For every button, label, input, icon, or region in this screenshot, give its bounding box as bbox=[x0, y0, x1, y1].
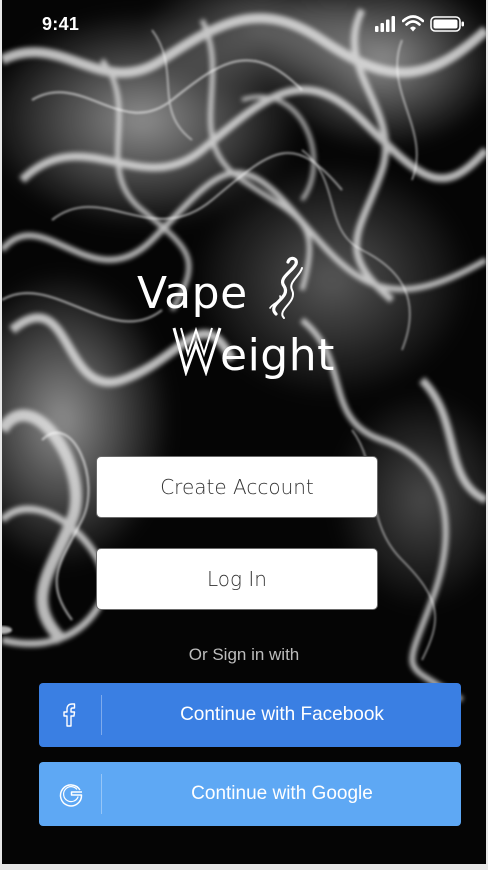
continue-with-google-button[interactable]: Continue with Google bbox=[39, 762, 461, 826]
logo-text-vape: Vape bbox=[137, 268, 248, 319]
log-in-button[interactable]: Log In bbox=[96, 548, 378, 610]
app-screen: 9:41 Vape eight Create Account Log In Or… bbox=[2, 0, 486, 864]
facebook-divider bbox=[101, 695, 102, 735]
google-icon bbox=[59, 784, 83, 807]
continue-with-facebook-button[interactable]: Continue with Facebook bbox=[39, 683, 461, 747]
create-account-button[interactable]: Create Account bbox=[96, 456, 378, 518]
google-button-label: Continue with Google bbox=[191, 783, 373, 804]
logo-w-icon bbox=[172, 326, 222, 376]
status-bar: 9:41 bbox=[2, 0, 486, 50]
signal-icon bbox=[375, 16, 395, 32]
facebook-button-label: Continue with Facebook bbox=[180, 704, 384, 725]
google-divider bbox=[101, 774, 102, 814]
app-logo: Vape eight bbox=[132, 250, 372, 390]
logo-text-eight: eight bbox=[220, 330, 335, 381]
smoke-swirl-icon bbox=[269, 256, 303, 319]
battery-icon bbox=[430, 16, 464, 32]
wifi-icon bbox=[402, 15, 424, 32]
facebook-icon bbox=[63, 703, 76, 727]
status-time: 9:41 bbox=[42, 14, 80, 34]
status-icons bbox=[370, 14, 470, 34]
or-sign-in-with-label: Or Sign in with bbox=[188, 645, 300, 664]
